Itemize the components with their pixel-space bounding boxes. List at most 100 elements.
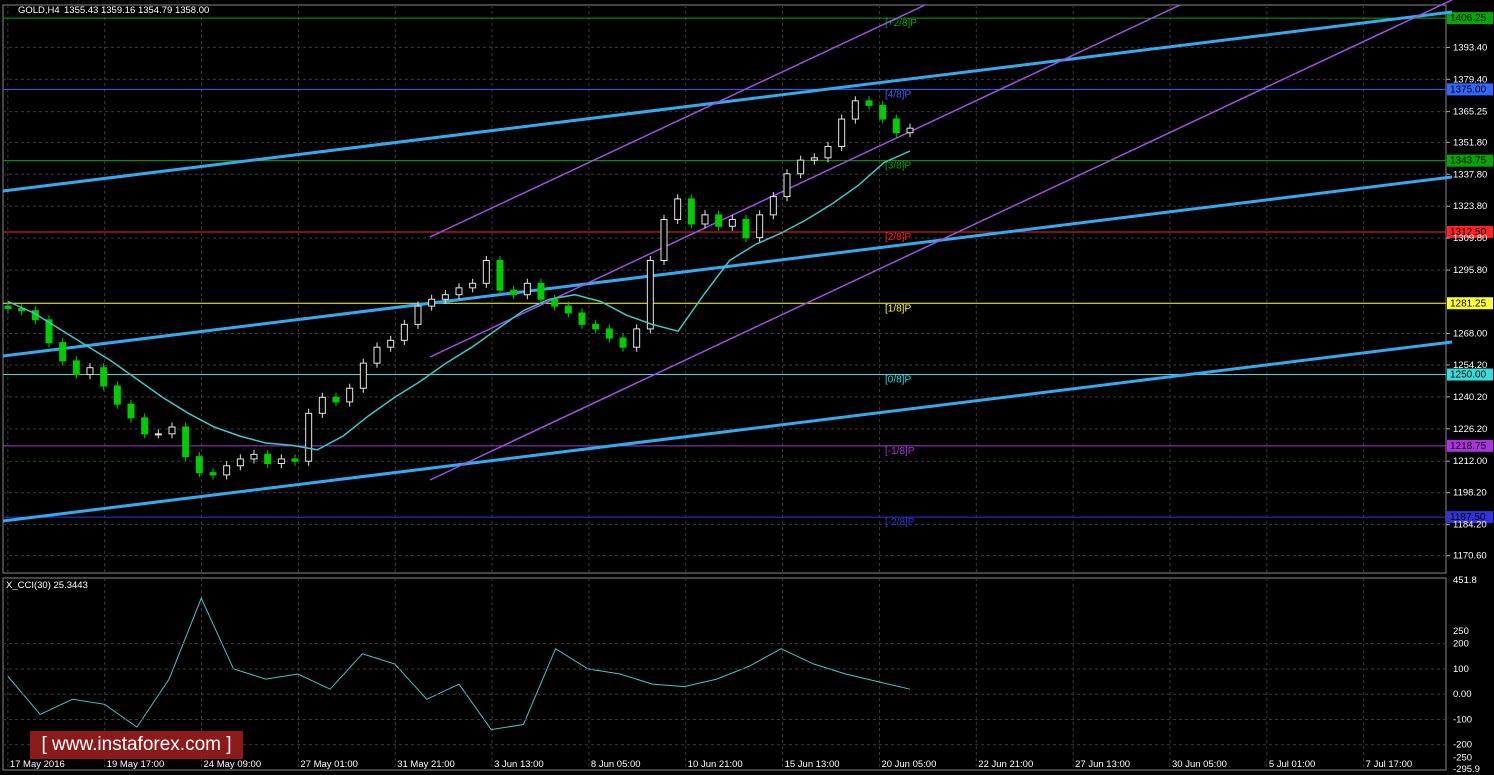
- cci-line: [7, 596, 911, 731]
- candle-series: [4, 96, 914, 480]
- candle-body: [564, 305, 572, 314]
- candle-body: [578, 312, 586, 325]
- candle-body: [687, 198, 695, 225]
- murrey-tag: 1281.25: [1450, 298, 1487, 309]
- cci-label: X_CCI(30) 25.3443: [6, 580, 88, 591]
- ohlc-readout: 1355.43 1359.16 1354.79 1358.00: [64, 5, 209, 16]
- candle-body: [619, 337, 627, 348]
- candle-body: [810, 157, 818, 161]
- price-chart[interactable]: 1406.25 [+2/8]P 1375.00 [4/8]P 1343.75 [3/8]P…: [0, 0, 1494, 775]
- candle-body: [59, 342, 67, 362]
- candle-body: [537, 282, 545, 300]
- y-tick-label: 1198.20: [1453, 488, 1487, 499]
- cci-tick-label: -250: [1453, 752, 1472, 763]
- candle-body: [510, 289, 518, 296]
- candle-body: [250, 453, 258, 460]
- candle-body: [100, 367, 108, 387]
- x-tick-label: 27 Jun 13:00: [1075, 759, 1130, 770]
- murrey-tag: 1343.75: [1450, 156, 1487, 167]
- candle-body: [4, 305, 12, 309]
- murrey-label: [4/8]P: [885, 89, 911, 100]
- cci-tick-label: -200: [1453, 740, 1472, 751]
- x-tick-label: 30 Jun 05:00: [1172, 759, 1227, 770]
- y-tick-label: 1393.40: [1453, 42, 1487, 53]
- candle-body: [127, 403, 135, 419]
- candle-body: [428, 298, 436, 307]
- y-tick-label: 1323.80: [1453, 201, 1487, 212]
- candle-body: [359, 362, 367, 389]
- candle-body: [660, 218, 668, 261]
- candle-body: [346, 387, 354, 403]
- trend-lines: [2, 0, 1453, 523]
- murrey-label: [-1/8]P: [885, 446, 915, 457]
- candle-body: [728, 218, 736, 227]
- candle-body: [291, 458, 299, 462]
- candle-body: [113, 385, 121, 405]
- y-tick-label: 1309.80: [1453, 233, 1487, 244]
- murrey-label: [1/8]P: [885, 303, 911, 314]
- candle-body: [523, 282, 531, 296]
- y-tick-label: 1212.00: [1453, 456, 1487, 467]
- symbol-header: GOLD,H4: [18, 5, 60, 16]
- x-tick-label: 19 May 17:00: [107, 759, 165, 770]
- x-tick-label: 27 May 01:00: [300, 759, 358, 770]
- y-tick-label: 1337.80: [1453, 169, 1487, 180]
- candle-body: [86, 367, 94, 376]
- x-tick-label: 10 Jun 21:00: [688, 759, 743, 770]
- x-tick-label: 22 Jun 21:00: [978, 759, 1033, 770]
- cci-tick-label: 200: [1453, 639, 1469, 650]
- candle-body: [168, 426, 176, 435]
- watermark-logo: [ www.instaforex.com ]: [30, 731, 243, 759]
- candle-body: [783, 173, 791, 198]
- murrey-tag: 1375.00: [1450, 84, 1487, 95]
- candle-body: [455, 287, 463, 296]
- candle-body: [482, 259, 490, 284]
- murrey-tag: 1250.00: [1450, 370, 1487, 381]
- chart-grid: [2, 4, 1447, 771]
- x-tick-label: 7 Jul 17:00: [1366, 759, 1412, 770]
- candle-body: [264, 453, 272, 465]
- candle-body: [551, 298, 559, 307]
- candle-body: [332, 396, 340, 403]
- candle-body: [824, 145, 832, 159]
- murrey-label: [-2/8]P: [885, 517, 915, 528]
- x-tick-label: 3 Jun 13:00: [494, 759, 544, 770]
- candle-body: [742, 218, 750, 239]
- candle-body: [633, 328, 641, 348]
- y-tick-label: 1365.25: [1453, 107, 1487, 118]
- candle-body: [209, 472, 217, 476]
- cci-tick-label: -295.9: [1453, 764, 1480, 775]
- candle-body: [182, 426, 190, 458]
- candle-body: [223, 465, 231, 476]
- candle-body: [674, 198, 682, 220]
- candle-body: [865, 100, 873, 106]
- candle-body: [277, 458, 285, 465]
- candle-body: [838, 118, 846, 147]
- murrey-label: [+2/8]P: [885, 18, 917, 29]
- x-tick-label: 20 Jun 05:00: [881, 759, 936, 770]
- price-panel-border: [2, 4, 1447, 574]
- y-tick-label: 1170.60: [1453, 551, 1487, 562]
- candle-body: [797, 159, 805, 175]
- candle-body: [646, 259, 654, 330]
- candle-body: [154, 433, 162, 436]
- x-tick-label: 5 Jul 01:00: [1269, 759, 1315, 770]
- candle-body: [851, 100, 859, 120]
- y-tick-label: 1226.20: [1453, 424, 1487, 435]
- y-tick-label: 1351.80: [1453, 137, 1487, 148]
- candle-body: [400, 323, 408, 341]
- cci-tick-label: 0.00: [1453, 689, 1472, 700]
- y-tick-label: 1254.20: [1453, 360, 1487, 371]
- y-tick-label: 1295.80: [1453, 265, 1487, 276]
- candle-body: [756, 214, 764, 239]
- candle-body: [879, 104, 887, 120]
- cci-indicator: [3, 596, 1446, 746]
- x-tick-label: 24 May 09:00: [204, 759, 262, 770]
- murrey-label: [2/8]P: [885, 232, 911, 243]
- cci-tick-label: -100: [1453, 714, 1472, 725]
- candle-body: [441, 294, 449, 300]
- x-tick-label: 15 Jun 13:00: [785, 759, 840, 770]
- cci-tick-label: 100: [1453, 664, 1469, 675]
- trendline-channel: [429, 0, 1453, 481]
- x-tick-label: 8 Jun 05:00: [591, 759, 641, 770]
